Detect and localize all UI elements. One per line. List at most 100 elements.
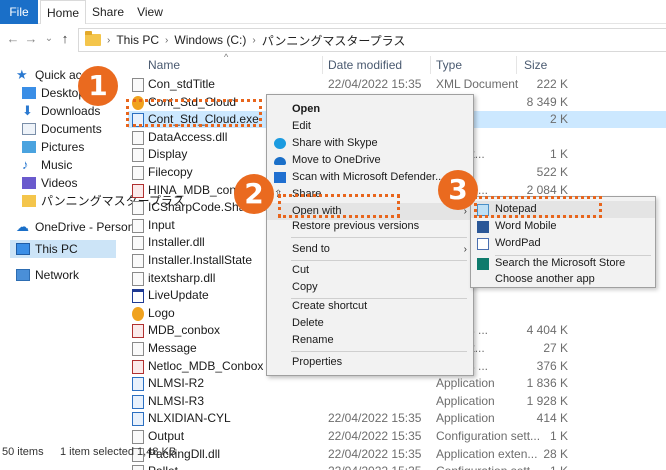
- folder-icon: [85, 31, 101, 46]
- address-bar[interactable]: › This PC › Windows (C:) › パンニングマスタープラス: [78, 28, 666, 52]
- breadcrumb-current-folder[interactable]: パンニングマスタープラス: [262, 32, 406, 49]
- nav-videos[interactable]: Videos: [22, 174, 77, 192]
- file-name: Input: [148, 217, 175, 232]
- highlight-box-notepad: [474, 196, 602, 218]
- status-bar: 50 items 1 item selected 1,48 KB: [0, 440, 666, 470]
- column-name[interactable]: Name: [148, 56, 180, 74]
- download-icon: ⬇: [22, 103, 33, 118]
- back-button[interactable]: ←: [6, 30, 20, 48]
- videos-icon: [22, 177, 36, 189]
- menu-share-skype[interactable]: Share with Skype: [267, 135, 473, 152]
- nav-onedrive[interactable]: ☁ OneDrive - Personal: [16, 218, 144, 236]
- onedrive-icon: ☁: [16, 219, 29, 234]
- file-name: Installer.InstallState: [148, 253, 253, 267]
- tab-share[interactable]: Share: [88, 0, 128, 24]
- nav-downloads[interactable]: ⬇ Downloads: [22, 102, 100, 120]
- skype-icon: [274, 138, 286, 149]
- folder-icon: [22, 195, 36, 207]
- file-size: 522 K: [536, 165, 568, 179]
- app-word-mobile[interactable]: Word Mobile: [471, 218, 655, 235]
- file-row[interactable]: NLMSI-R2 Application 1 836 K: [128, 375, 666, 392]
- file-type: XML Document: [436, 77, 519, 91]
- recent-dropdown-button[interactable]: ⌄: [42, 30, 56, 48]
- tab-file[interactable]: File: [0, 0, 38, 24]
- step-badge-2: 2: [234, 174, 274, 214]
- file-size: 4 404 K: [526, 323, 568, 338]
- column-size[interactable]: Size: [524, 56, 547, 74]
- nav-pictures[interactable]: Pictures: [22, 138, 84, 156]
- nav-documents[interactable]: Documents: [22, 120, 102, 138]
- nav-this-pc[interactable]: This PC: [10, 240, 116, 258]
- file-size: 27 K: [543, 341, 568, 355]
- network-icon: [16, 269, 30, 281]
- menu-send-to[interactable]: Send to ›: [267, 241, 473, 258]
- nav-music[interactable]: ♪ Music: [22, 156, 72, 174]
- file-icon: [132, 342, 144, 356]
- file-icon: [132, 183, 144, 198]
- file-name: Netloc_MDB_Conbox: [148, 358, 264, 373]
- onedrive-icon: [274, 157, 286, 165]
- file-name: Installer.dll: [148, 235, 205, 250]
- music-icon: ♪: [22, 157, 29, 172]
- app-choose-another[interactable]: Choose another app: [471, 271, 655, 288]
- column-date-modified[interactable]: Date modified: [328, 56, 402, 74]
- file-icon: [132, 78, 144, 92]
- file-name: DataAccess.dll: [148, 129, 228, 144]
- file-size: 376 K: [536, 358, 568, 373]
- file-name: LiveUpdate: [148, 288, 209, 303]
- file-icon: [132, 148, 144, 163]
- menu-restore-versions[interactable]: Restore previous versions: [267, 218, 473, 235]
- forward-button[interactable]: →: [24, 30, 38, 48]
- file-size: 414 K: [536, 411, 568, 426]
- menu-cut[interactable]: Cut: [267, 262, 473, 279]
- menu-move-onedrive[interactable]: Move to OneDrive: [267, 152, 473, 169]
- file-icon: [132, 324, 144, 339]
- file-icon: [132, 271, 144, 286]
- file-icon: [132, 289, 144, 304]
- file-icon: [132, 218, 144, 233]
- word-icon: [477, 221, 489, 233]
- menu-copy[interactable]: Copy: [267, 279, 473, 296]
- menu-edit[interactable]: Edit: [267, 118, 473, 135]
- file-icon: [132, 359, 144, 374]
- file-icon: [132, 236, 144, 251]
- context-menu: Open Edit Share with Skype Move to OneDr…: [266, 94, 474, 376]
- file-row[interactable]: Con_stdTitle 22/04/2022 15:35 XML Document…: [128, 76, 666, 93]
- file-name: NLXIDIAN-CYL: [148, 411, 231, 426]
- breadcrumb-windows-c[interactable]: Windows (C:): [174, 33, 246, 47]
- up-button[interactable]: ↑: [58, 30, 72, 48]
- menu-create-shortcut[interactable]: Create shortcut: [267, 298, 473, 315]
- menu-open[interactable]: Open: [267, 101, 473, 118]
- file-type: Application: [436, 376, 495, 391]
- file-name: NLMSI-R3: [148, 393, 205, 408]
- ribbon-tabs: File Home Share View: [0, 0, 666, 24]
- file-date: 22/04/2022 15:35: [328, 411, 422, 426]
- file-name: Message: [148, 341, 197, 355]
- menu-properties[interactable]: Properties: [267, 354, 473, 371]
- item-count: 50 items: [2, 446, 44, 458]
- file-row[interactable]: NLMSI-R3 Application 1 928 K: [128, 393, 666, 410]
- star-icon: ★: [16, 67, 28, 82]
- file-row[interactable]: NLXIDIAN-CYL 22/04/2022 15:35 Application 4…: [128, 410, 666, 427]
- file-name: Con_stdTitle: [148, 77, 215, 91]
- file-size: 1 836 K: [526, 376, 568, 391]
- breadcrumb-this-pc[interactable]: This PC: [116, 33, 159, 47]
- app-search-store[interactable]: Search the Microsoft Store: [471, 255, 655, 272]
- file-size: 1 928 K: [526, 393, 568, 408]
- tab-view[interactable]: View: [130, 0, 170, 24]
- menu-rename[interactable]: Rename: [267, 332, 473, 349]
- step-badge-1: 1: [78, 66, 118, 106]
- file-size: 8 349 K: [526, 94, 568, 109]
- file-icon: [132, 377, 144, 392]
- file-icon: [132, 166, 144, 180]
- menu-delete[interactable]: Delete: [267, 315, 473, 332]
- tab-home[interactable]: Home: [40, 0, 86, 24]
- app-wordpad[interactable]: WordPad: [471, 235, 655, 252]
- file-name: NLMSI-R2: [148, 376, 205, 391]
- nav-network[interactable]: Network: [16, 266, 79, 284]
- column-type[interactable]: Type: [436, 56, 462, 74]
- wordpad-icon: [477, 238, 489, 250]
- file-date: 22/04/2022 15:35: [328, 77, 422, 91]
- nav-desktop[interactable]: Desktop: [22, 84, 85, 102]
- documents-icon: [22, 123, 36, 135]
